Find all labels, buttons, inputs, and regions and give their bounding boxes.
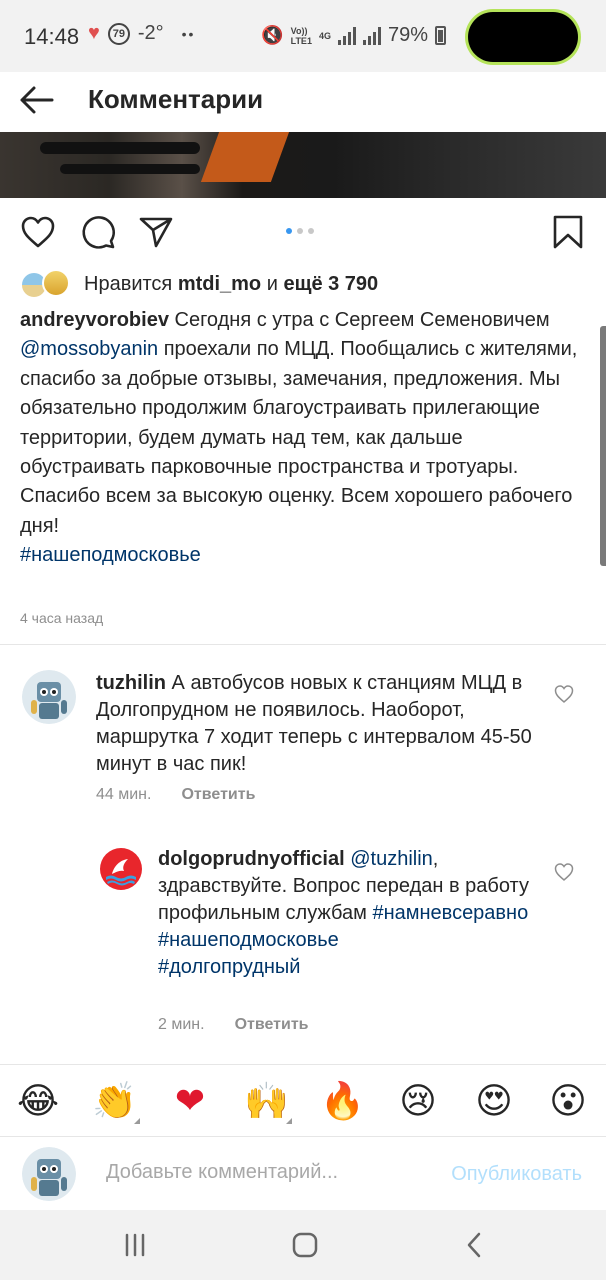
- likes-row[interactable]: Нравится mtdi_mo и ещё 3 790: [20, 268, 378, 300]
- skin-tone-indicator: [134, 1118, 140, 1124]
- mention-link[interactable]: @mossobyanin: [20, 338, 158, 360]
- comment-meta: 2 мин. Ответить: [158, 1016, 309, 1034]
- scrollbar[interactable]: [600, 326, 606, 566]
- more-notifications-icon: ••: [181, 25, 196, 42]
- emoji-heart-eyes[interactable]: 😍: [472, 1080, 516, 1124]
- comment-text: tuzhilin А автобусов новых к станциям МЦ…: [96, 672, 532, 775]
- system-nav-bar: [0, 1210, 606, 1280]
- status-time: 14:48: [24, 24, 80, 49]
- likes-text: Нравится mtdi_mo и ещё 3 790: [84, 272, 379, 295]
- back-nav-icon[interactable]: [458, 1228, 492, 1262]
- comment-like-icon[interactable]: [554, 684, 574, 704]
- emoji-surprised[interactable]: 😮: [546, 1080, 590, 1124]
- divider: [0, 1064, 606, 1065]
- redaction-block: [468, 12, 578, 62]
- comment-meta: 44 мин. Ответить: [96, 786, 255, 804]
- avatar: [42, 269, 70, 297]
- status-right-icons: 🔇 Vo)) LTE1 4G 79%: [261, 24, 446, 47]
- comment-username[interactable]: dolgoprudnyofficial: [158, 848, 345, 870]
- comment-composer: Опубликовать: [0, 1136, 606, 1210]
- mute-icon: 🔇: [261, 25, 284, 45]
- carousel-dots: [286, 228, 314, 234]
- hashtag-link[interactable]: #долгопрудный: [158, 956, 300, 978]
- status-bar: 14:48 ♥ 79 -2° •• 🔇 Vo)) LTE1 4G 79%: [0, 0, 606, 72]
- emoji-cry[interactable]: 😢: [396, 1080, 440, 1124]
- bookmark-icon[interactable]: [550, 214, 586, 250]
- likes-count[interactable]: ещё 3 790: [283, 273, 378, 295]
- emoji-laugh[interactable]: 😂: [16, 1080, 60, 1124]
- temperature: -2°: [137, 22, 164, 44]
- aqi-badge: 79: [107, 22, 130, 45]
- post-photo[interactable]: [0, 132, 606, 198]
- reply-button[interactable]: Ответить: [235, 1016, 309, 1034]
- post-time: 4 часа назад: [20, 610, 104, 626]
- comment-time: 44 мин.: [96, 786, 152, 803]
- publish-button[interactable]: Опубликовать: [451, 1163, 582, 1186]
- carousel-dot: [297, 228, 303, 234]
- signal-icon: [337, 26, 356, 45]
- page-title: Комментарии: [88, 84, 264, 114]
- avatar: [22, 1147, 76, 1201]
- hashtag-link[interactable]: #намневсеравно: [372, 902, 528, 924]
- comment-username[interactable]: tuzhilin: [96, 672, 166, 694]
- health-heart-icon: ♥: [88, 22, 100, 44]
- liker-avatars: [20, 269, 72, 299]
- home-icon[interactable]: [288, 1228, 322, 1262]
- caption-username[interactable]: andreyvorobiev: [20, 309, 169, 331]
- reply-button[interactable]: Ответить: [181, 786, 255, 804]
- hashtag-link[interactable]: #нашеподмосковье: [158, 929, 339, 951]
- battery-icon: [435, 26, 446, 45]
- network-type: 4G: [318, 30, 331, 41]
- status-left-icons: ♥ 79 -2° ••: [88, 22, 195, 45]
- signal-2-icon: [362, 26, 381, 45]
- emoji-clap[interactable]: 👏: [92, 1080, 137, 1124]
- post-actions: [0, 210, 606, 254]
- arrow-left-icon[interactable]: [16, 80, 56, 120]
- comment-time: 2 мин.: [158, 1016, 205, 1033]
- heart-icon[interactable]: [20, 214, 56, 250]
- emoji-heart[interactable]: ❤: [168, 1080, 212, 1124]
- post-caption: andreyvorobiev Сегодня с утра с Сергеем …: [20, 309, 578, 567]
- avatar[interactable]: [22, 670, 76, 724]
- header: Комментарии: [0, 72, 606, 132]
- skin-tone-indicator: [286, 1118, 292, 1124]
- comment-text: dolgoprudnyofficial @tuzhilin, здравству…: [158, 848, 529, 978]
- comment-icon[interactable]: [80, 214, 116, 250]
- emoji-raised-hands[interactable]: 🙌: [244, 1080, 289, 1124]
- mention-link[interactable]: @tuzhilin: [345, 848, 433, 870]
- comment-like-icon[interactable]: [554, 862, 574, 882]
- emoji-bar: 😂 👏 ❤ 🙌 🔥 😢 😍 😮: [0, 1066, 606, 1136]
- comment-input[interactable]: [106, 1161, 406, 1184]
- avatar[interactable]: [98, 846, 144, 892]
- volte-label: Vo)) LTE1: [290, 25, 312, 46]
- share-icon[interactable]: [138, 214, 174, 250]
- recent-apps-icon[interactable]: [118, 1228, 152, 1262]
- emoji-fire[interactable]: 🔥: [320, 1080, 365, 1124]
- carousel-dot: [308, 228, 314, 234]
- carousel-dot-active: [286, 228, 292, 234]
- battery-percent: 79%: [387, 24, 428, 46]
- liker-username[interactable]: mtdi_mo: [178, 273, 261, 295]
- divider: [0, 644, 606, 645]
- hashtag-link[interactable]: #нашеподмосковье: [20, 544, 201, 566]
